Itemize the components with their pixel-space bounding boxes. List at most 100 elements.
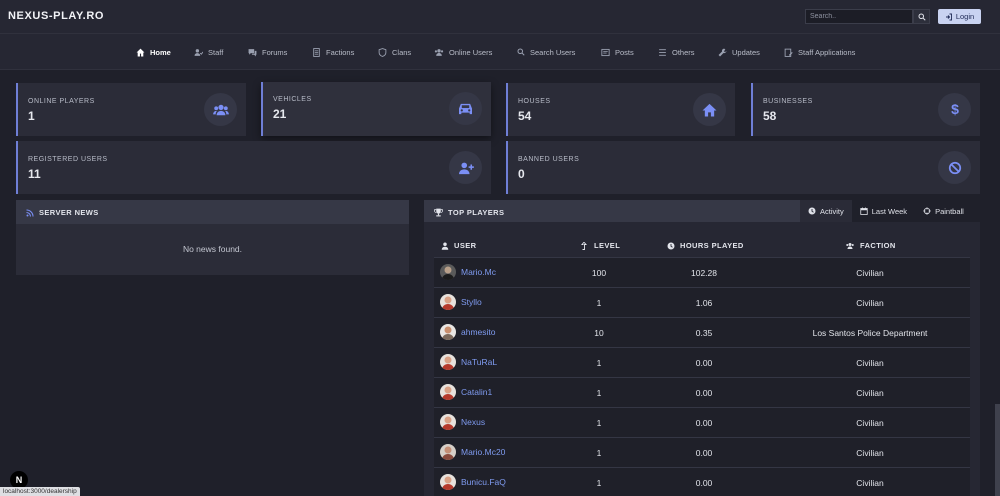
player-name-link[interactable]: Styllo <box>461 297 482 307</box>
column-header-label: USER <box>454 241 477 250</box>
column-header-faction[interactable]: FACTION <box>845 241 896 250</box>
faction-cell: Civilian <box>856 358 884 368</box>
hours-cell: 0.35 <box>695 328 713 338</box>
avatar[interactable] <box>440 414 456 430</box>
stat-card-banned-users[interactable]: BANNED USERS 0 <box>506 141 980 194</box>
users-icon <box>434 48 444 56</box>
stat-card-houses[interactable]: HOUSES 54 <box>506 83 735 136</box>
server-news-body: No news found. <box>16 224 409 275</box>
top-players-title-text: TOP PLAYERS <box>448 208 505 217</box>
avatar[interactable] <box>440 474 456 490</box>
level-cell: 100 <box>591 268 607 278</box>
avatar[interactable] <box>440 264 456 280</box>
stat-card-registered-users[interactable]: REGISTERED USERS 11 <box>16 141 491 194</box>
page-scrollbar[interactable] <box>995 404 1000 496</box>
column-header-label: FACTION <box>860 241 896 250</box>
level-cell: 1 <box>596 478 602 488</box>
login-button[interactable]: Login <box>938 9 981 24</box>
nav-label: Home <box>150 47 171 57</box>
wrench-icon <box>718 48 727 56</box>
stat-value: 11 <box>28 167 41 181</box>
player-cell: NaTuRaL <box>440 354 497 370</box>
tab-paintball[interactable]: Paintball <box>915 200 972 222</box>
table-row[interactable]: Mario.Mc20 1 0.00 Civilian <box>434 437 970 467</box>
player-cell: Catalin1 <box>440 384 492 400</box>
clock-icon <box>667 242 675 249</box>
main-nav: Home Staff Forums Factions Clans Online … <box>0 34 1000 70</box>
stat-label: BUSINESSES <box>763 98 813 105</box>
brand-logo[interactable]: NEXUS-PLAY.RO <box>8 10 104 22</box>
table-row[interactable]: ahmesito 10 0.35 Los Santos Police Depar… <box>434 317 970 347</box>
search-icon <box>918 13 926 21</box>
faction-cell: Civilian <box>856 418 884 428</box>
tab-last-week[interactable]: Last Week <box>852 200 915 222</box>
nav-staff-applications[interactable]: Staff Applications <box>784 47 855 57</box>
table-row[interactable]: Nexus 1 0.00 Civilian <box>434 407 970 437</box>
level-cell: 10 <box>594 328 604 338</box>
level-cell: 1 <box>596 358 602 368</box>
player-name-link[interactable]: Catalin1 <box>461 387 492 397</box>
stat-value: 0 <box>518 167 525 181</box>
stat-label: HOUSES <box>518 98 551 105</box>
server-news-title-text: SERVER NEWS <box>39 208 99 217</box>
avatar[interactable] <box>440 384 456 400</box>
stat-value: 21 <box>273 107 287 121</box>
nav-forums[interactable]: Forums <box>248 47 287 57</box>
nav-staff[interactable]: Staff <box>194 47 223 57</box>
nav-search-users[interactable]: Search Users <box>517 47 575 57</box>
player-name-link[interactable]: Bunicu.FaQ <box>461 477 506 487</box>
avatar[interactable] <box>440 324 456 340</box>
table-row[interactable]: NaTuRaL 1 0.00 Civilian <box>434 347 970 377</box>
avatar[interactable] <box>440 294 456 310</box>
stat-card-online-players[interactable]: ONLINE PLAYERS 1 <box>16 83 246 136</box>
top-players-header: TOP PLAYERS <box>424 200 800 222</box>
table-row[interactable]: Bunicu.FaQ 1 0.00 Civilian <box>434 467 970 496</box>
nav-online-users[interactable]: Online Users <box>434 47 492 57</box>
player-name-link[interactable]: Mario.Mc20 <box>461 447 505 457</box>
crosshair-icon <box>923 207 931 215</box>
tab-activity[interactable]: Activity <box>800 200 852 222</box>
column-header-level[interactable]: LEVEL <box>581 241 620 250</box>
nav-factions[interactable]: Factions <box>312 47 354 57</box>
stat-card-vehicles[interactable]: VEHICLES 21 <box>261 82 491 136</box>
player-cell: Mario.Mc20 <box>440 444 505 460</box>
faction-cell: Civilian <box>856 268 884 278</box>
avatar[interactable] <box>440 354 456 370</box>
news-empty-text: No news found. <box>182 244 243 254</box>
nav-updates[interactable]: Updates <box>718 47 760 57</box>
server-news-title: SERVER NEWS <box>26 208 99 217</box>
level-cell: 1 <box>596 388 602 398</box>
player-cell: Bunicu.FaQ <box>440 474 506 490</box>
home-icon <box>136 48 145 56</box>
rss-icon <box>26 208 34 217</box>
faction-cell: Los Santos Police Department <box>812 328 928 338</box>
nav-home[interactable]: Home <box>136 47 171 57</box>
clock-icon <box>808 207 816 215</box>
nav-label: Staff <box>208 47 224 57</box>
hours-cell: 102.28 <box>691 268 717 278</box>
search-input[interactable] <box>805 9 913 24</box>
nav-clans[interactable]: Clans <box>378 47 411 57</box>
column-header-hours[interactable]: HOURS PLAYED <box>667 241 744 250</box>
stat-label: VEHICLES <box>273 96 312 103</box>
avatar[interactable] <box>440 444 456 460</box>
dollar-icon: $ <box>938 93 971 126</box>
nav-label: Forums <box>262 47 288 57</box>
nav-others[interactable]: Others <box>658 47 695 57</box>
search-button[interactable] <box>913 9 930 24</box>
table-row[interactable]: Styllo 1 1.06 Civilian <box>434 287 970 317</box>
tab-label: Last Week <box>871 206 908 216</box>
hours-cell: 1.06 <box>695 298 713 308</box>
table-row[interactable]: Catalin1 1 0.00 Civilian <box>434 377 970 407</box>
svg-text:$: $ <box>951 102 959 117</box>
table-row[interactable]: Mario.Mc 100 102.28 Civilian <box>434 257 970 287</box>
nav-posts[interactable]: Posts <box>601 47 634 57</box>
player-name-link[interactable]: Mario.Mc <box>461 267 496 277</box>
server-news-header: SERVER NEWS <box>16 200 409 224</box>
player-name-link[interactable]: ahmesito <box>461 327 496 337</box>
search-icon <box>517 48 525 56</box>
player-name-link[interactable]: Nexus <box>461 417 485 427</box>
column-header-user[interactable]: USER <box>441 241 476 250</box>
player-name-link[interactable]: NaTuRaL <box>461 357 497 367</box>
stat-card-businesses[interactable]: BUSINESSES 58 $ <box>751 83 980 136</box>
